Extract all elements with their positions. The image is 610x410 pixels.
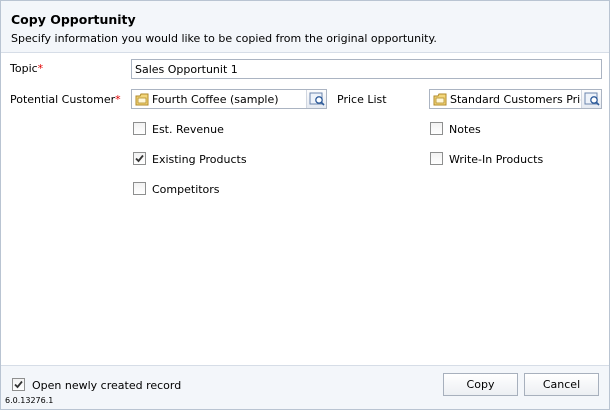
topic-input[interactable] <box>131 59 602 79</box>
est-revenue-label: Est. Revenue <box>152 123 224 136</box>
checkmark-icon <box>135 154 144 163</box>
competitors-checkbox[interactable] <box>133 182 146 195</box>
lookup-icon[interactable] <box>306 90 326 108</box>
open-record-label: Open newly created record <box>32 379 182 392</box>
dialog-title: Copy Opportunity <box>11 12 136 27</box>
est-revenue-checkbox[interactable] <box>133 122 146 135</box>
notes-checkbox[interactable] <box>430 122 443 135</box>
copy-opportunity-dialog: Copy Opportunity Specify information you… <box>0 0 610 410</box>
existing-products-checkbox[interactable] <box>133 152 146 165</box>
potential-customer-value[interactable]: Fourth Coffee (sample) <box>152 93 279 106</box>
required-marker: * <box>37 62 44 75</box>
potential-customer-label: Potential Customer* <box>10 93 121 106</box>
price-list-value[interactable]: Standard Customers Price List <box>450 93 601 106</box>
competitors-label: Competitors <box>152 183 220 196</box>
dialog-subtitle: Specify information you would like to be… <box>11 32 437 45</box>
dialog-header: Copy Opportunity Specify information you… <box>1 1 609 53</box>
price-list-lookup[interactable]: Standard Customers Price List <box>429 89 602 109</box>
topic-label-text: Topic <box>10 62 38 75</box>
copy-button[interactable]: Copy <box>443 373 518 396</box>
lookup-icon[interactable] <box>581 90 601 108</box>
open-record-checkbox[interactable] <box>12 378 25 391</box>
record-icon <box>135 93 149 106</box>
potential-customer-lookup[interactable]: Fourth Coffee (sample) <box>131 89 327 109</box>
potential-customer-label-text: Potential Customer <box>10 93 116 106</box>
price-list-label: Price List <box>337 93 387 106</box>
checkmark-icon <box>14 380 23 389</box>
version-label: 6.0.13276.1 <box>5 396 54 405</box>
topic-label: Topic* <box>10 62 43 75</box>
dialog-footer: Open newly created record Copy Cancel <box>1 365 609 409</box>
cancel-button[interactable]: Cancel <box>524 373 599 396</box>
record-icon <box>433 93 447 106</box>
existing-products-label: Existing Products <box>152 153 247 166</box>
write-in-products-label: Write-In Products <box>449 153 544 166</box>
required-marker: * <box>115 93 121 106</box>
write-in-products-checkbox[interactable] <box>430 152 443 165</box>
notes-label: Notes <box>449 123 481 136</box>
